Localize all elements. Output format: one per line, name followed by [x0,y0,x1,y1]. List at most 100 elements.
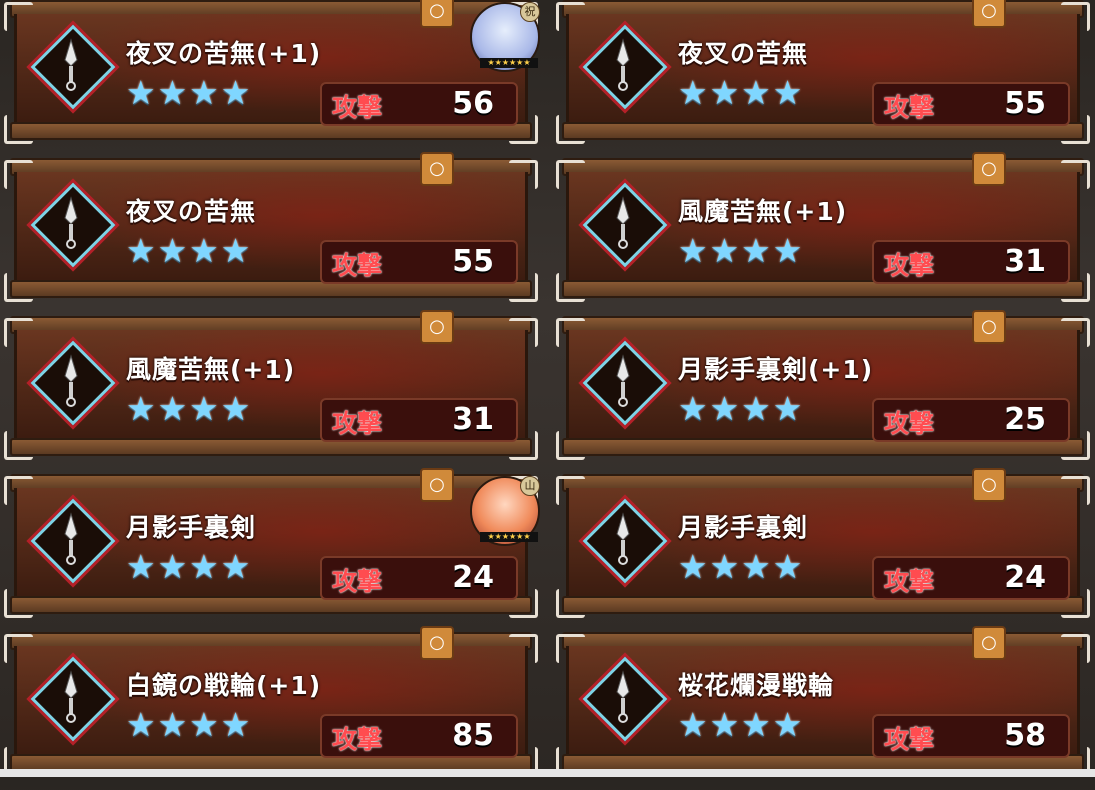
weapon-type-emblem [582,340,668,426]
attack-stat: 攻撃 56 [320,82,518,126]
weapon-card[interactable]: ○ 月影手裏剣 ★★★★ 攻撃 24 [556,468,1090,632]
weapon-card[interactable]: ○ 白鏡の戦輪(+1) ★★★★ 攻撃 85 [4,626,538,790]
attack-stat: 攻撃 55 [872,82,1070,126]
kunai-icon [64,196,78,249]
attack-value: 55 [1004,86,1046,121]
attack-label: 攻撃 [884,725,935,754]
weapon-name: 白鏡の戦輪(+1) [126,671,322,700]
corner-ornament [4,115,33,144]
attack-value: 25 [1004,402,1046,437]
weapon-type-emblem [30,340,116,426]
weapon-name: 月影手裏剣 [678,513,809,542]
attack-label: 攻撃 [884,409,935,438]
attack-stat: 攻撃 31 [872,240,1070,284]
corner-ornament [556,431,585,460]
kunai-icon [616,670,630,723]
attack-value: 56 [452,86,494,121]
avatar-rarity-stars: ★★★★★★ [480,532,538,542]
equipped-character-avatar[interactable]: 山 ★★★★★★ [470,476,540,546]
attack-label: 攻撃 [332,251,383,280]
attack-label: 攻撃 [884,567,935,596]
attack-label: 攻撃 [884,93,935,122]
weapon-card[interactable]: ○ 桜花爛漫戦輪 ★★★★ 攻撃 58 [556,626,1090,790]
padlock-icon[interactable]: ○ [420,468,454,502]
kunai-icon [64,354,78,407]
attack-value: 85 [452,718,494,753]
corner-ornament [556,115,585,144]
equipped-character-avatar[interactable]: 祝 ★★★★★★ [470,2,540,72]
rarity-stars: ★★★★ [678,231,805,270]
attack-value: 31 [452,402,494,437]
weapon-type-emblem [582,182,668,268]
attack-value: 24 [1004,560,1046,595]
weapon-name: 夜叉の苦無(+1) [126,39,322,68]
attack-stat: 攻撃 25 [872,398,1070,442]
weapon-list: ○ 夜叉の苦無(+1) ★★★★ 攻撃 56 祝 ★★★★★★ ○ 夜叉の苦無 ★… [4,0,1090,777]
padlock-icon[interactable]: ○ [420,626,454,660]
weapon-type-emblem [30,182,116,268]
weapon-type-emblem [582,656,668,742]
weapon-name: 夜叉の苦無 [126,197,257,226]
padlock-icon[interactable]: ○ [972,310,1006,344]
corner-ornament [4,160,33,189]
weapon-type-emblem [582,24,668,110]
corner-ornament [509,634,538,663]
weapon-type-emblem [582,498,668,584]
weapon-card[interactable]: ○ 風魔苦無(+1) ★★★★ 攻撃 31 [4,310,538,474]
corner-ornament [4,431,33,460]
corner-ornament [556,634,585,663]
corner-ornament [1061,318,1090,347]
rarity-stars: ★★★★ [126,705,253,744]
avatar-badge: 山 [520,476,540,496]
kunai-icon [616,38,630,91]
corner-ornament [556,2,585,31]
kunai-icon [64,670,78,723]
corner-ornament [4,2,33,31]
corner-ornament [4,476,33,505]
rarity-stars: ★★★★ [678,547,805,586]
padlock-icon[interactable]: ○ [420,310,454,344]
weapon-card[interactable]: ○ 夜叉の苦無 ★★★★ 攻撃 55 [556,0,1090,158]
weapon-name: 風魔苦無(+1) [126,355,296,384]
rarity-stars: ★★★★ [126,389,253,428]
corner-ornament [1061,160,1090,189]
attack-value: 58 [1004,718,1046,753]
avatar-rarity-stars: ★★★★★★ [480,58,538,68]
corner-ornament [1061,476,1090,505]
kunai-icon [64,512,78,565]
rarity-stars: ★★★★ [678,705,805,744]
padlock-icon[interactable]: ○ [972,152,1006,186]
corner-ornament [556,318,585,347]
corner-ornament [4,634,33,663]
padlock-icon[interactable]: ○ [972,468,1006,502]
attack-label: 攻撃 [332,93,383,122]
attack-stat: 攻撃 58 [872,714,1070,758]
weapon-name: 風魔苦無(+1) [678,197,848,226]
attack-value: 24 [452,560,494,595]
weapon-name: 月影手裏剣(+1) [678,355,874,384]
rarity-stars: ★★★★ [126,231,253,270]
attack-label: 攻撃 [884,251,935,280]
corner-ornament [556,273,585,302]
rarity-stars: ★★★★ [126,547,253,586]
weapon-card[interactable]: ○ 夜叉の苦無 ★★★★ 攻撃 55 [4,152,538,316]
attack-value: 31 [1004,244,1046,279]
attack-stat: 攻撃 31 [320,398,518,442]
weapon-card[interactable]: ○ 風魔苦無(+1) ★★★★ 攻撃 31 [556,152,1090,316]
attack-label: 攻撃 [332,567,383,596]
weapon-name: 夜叉の苦無 [678,39,809,68]
weapon-type-emblem [30,656,116,742]
attack-stat: 攻撃 85 [320,714,518,758]
rarity-stars: ★★★★ [126,73,253,112]
weapon-name: 月影手裏剣 [126,513,257,542]
weapon-card[interactable]: ○ 月影手裏剣 ★★★★ 攻撃 24 山 ★★★★★★ [4,468,540,632]
padlock-icon[interactable]: ○ [972,0,1006,28]
padlock-icon[interactable]: ○ [420,0,454,28]
padlock-icon[interactable]: ○ [420,152,454,186]
padlock-icon[interactable]: ○ [972,626,1006,660]
weapon-card[interactable]: ○ 夜叉の苦無(+1) ★★★★ 攻撃 56 祝 ★★★★★★ [4,0,540,158]
corner-ornament [556,160,585,189]
attack-label: 攻撃 [332,409,383,438]
weapon-card[interactable]: ○ 月影手裏剣(+1) ★★★★ 攻撃 25 [556,310,1090,474]
corner-ornament [4,318,33,347]
